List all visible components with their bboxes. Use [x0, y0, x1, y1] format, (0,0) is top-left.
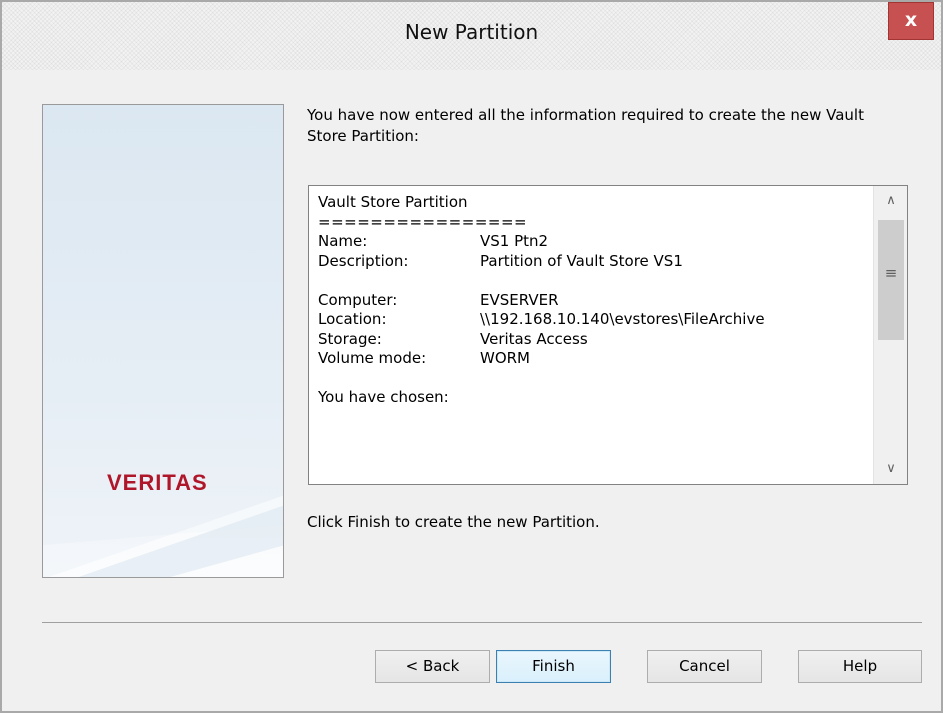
location-label: Location: [318, 310, 387, 328]
summary-row-location: Location: \\192.168.10.140\evstores\File… [318, 310, 871, 330]
summary-row-name: Name: VS1 Ptn2 [318, 232, 871, 252]
computer-value: EVSERVER [480, 290, 559, 309]
divider [42, 622, 922, 623]
summary-content: Vault Store Partition ================ N… [318, 193, 871, 408]
storage-value: Veritas Access [480, 329, 588, 348]
summary-heading: Vault Store Partition [318, 193, 468, 211]
summary-row-storage: Storage: Veritas Access [318, 330, 871, 350]
wizard-side-panel: VERITAS [42, 104, 284, 578]
vertical-scrollbar[interactable]: ∧ ≡ ∨ [873, 186, 907, 484]
chevron-up-icon[interactable]: ∧ [874, 186, 908, 216]
location-value: \\192.168.10.140\evstores\FileArchive [480, 310, 765, 328]
cancel-button[interactable]: Cancel [647, 650, 762, 683]
intro-text: You have now entered all the information… [307, 106, 864, 145]
chosen-text: You have chosen: [318, 388, 449, 406]
title-bar: New Partition x [2, 2, 941, 70]
name-label: Name: [318, 232, 368, 250]
description-label: Description: [318, 251, 409, 270]
volume-mode-value: WORM [480, 349, 531, 367]
grip-icon: ≡ [884, 264, 898, 282]
computer-label: Computer: [318, 290, 398, 309]
summary-row-description: Description: Partition of Vault Store VS… [318, 252, 871, 272]
chevron-down-icon[interactable]: ∨ [874, 454, 908, 484]
name-value: VS1 Ptn2 [480, 232, 549, 250]
window-title: New Partition [404, 20, 539, 44]
new-partition-dialog: New Partition x VERITAS You have now ent… [0, 0, 943, 713]
close-button[interactable]: x [888, 2, 934, 40]
veritas-logo: VERITAS [107, 470, 208, 495]
summary-textbox[interactable]: Vault Store Partition ================ N… [308, 185, 908, 485]
back-button[interactable]: < Back [375, 650, 490, 683]
description-value: Partition of Vault Store VS1 [480, 251, 683, 270]
finish-button[interactable]: Finish [496, 650, 611, 683]
decorative-swoosh [43, 495, 283, 577]
footer-note: Click Finish to create the new Partition… [307, 513, 600, 531]
summary-row-volume-mode: Volume mode: WORM [318, 349, 871, 369]
summary-separator: ================ [318, 212, 528, 231]
scroll-thumb[interactable]: ≡ [878, 220, 904, 340]
summary-row-computer: Computer: EVSERVER [318, 291, 871, 311]
volume-mode-label: Volume mode: [318, 349, 427, 367]
help-button[interactable]: Help [798, 650, 922, 683]
storage-label: Storage: [318, 329, 382, 348]
